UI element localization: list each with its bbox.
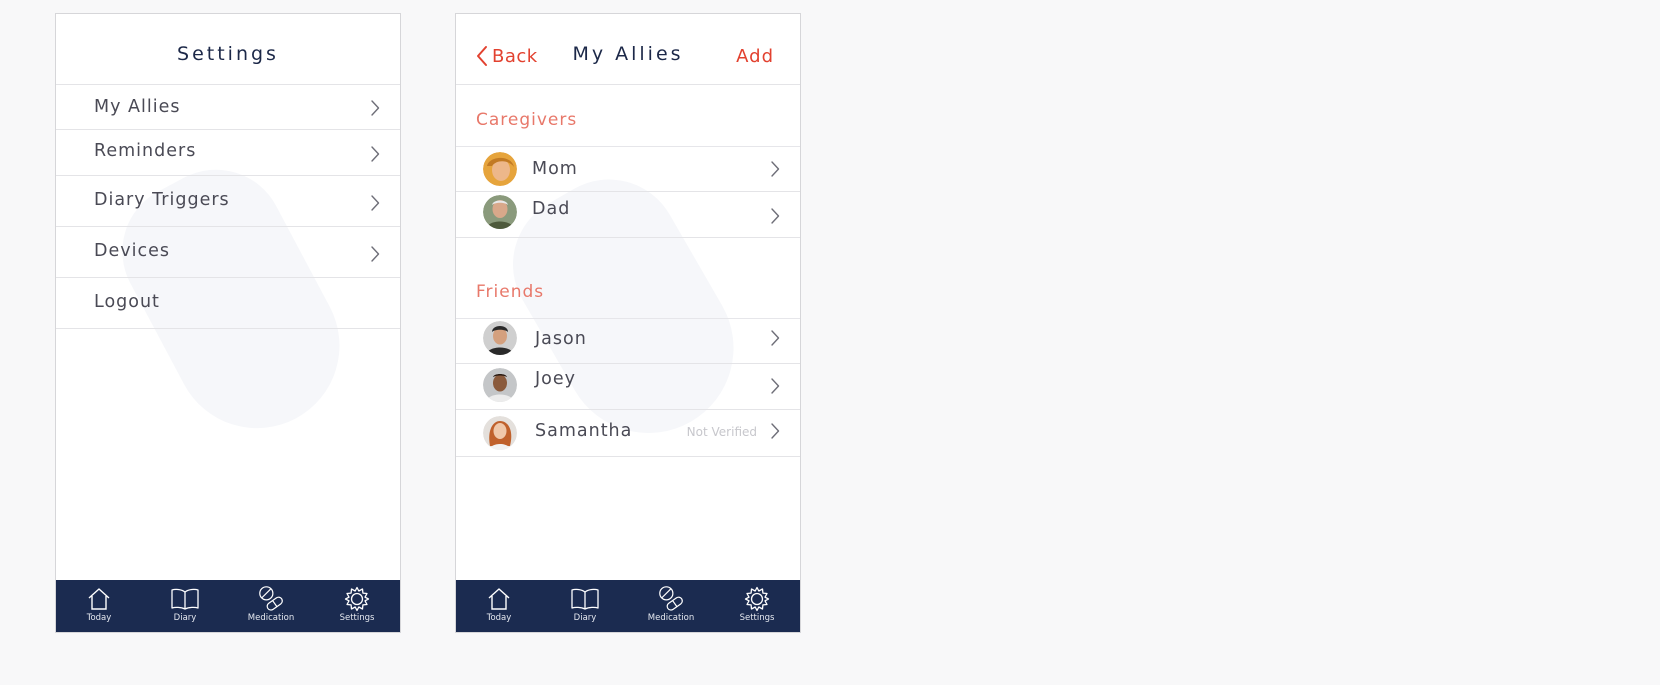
tab-medication[interactable]: Medication — [628, 580, 714, 632]
chevron-right-icon — [770, 378, 780, 394]
tab-diary[interactable]: Diary — [142, 580, 228, 632]
settings-header: Settings — [56, 14, 400, 85]
tab-label: Settings — [339, 613, 375, 623]
avatar — [483, 416, 517, 450]
chevron-right-icon — [770, 161, 780, 177]
settings-item-logout[interactable]: Logout — [56, 278, 400, 329]
tab-label: Diary — [573, 613, 597, 623]
chevron-right-icon — [370, 100, 380, 116]
tab-settings[interactable]: Settings — [314, 580, 400, 632]
tab-medication[interactable]: Medication — [228, 580, 314, 632]
ally-row-joey[interactable]: Joey — [456, 364, 800, 410]
tab-today[interactable]: Today — [56, 580, 142, 632]
settings-item-label: Devices — [94, 241, 170, 261]
tab-label: Today — [86, 613, 112, 623]
tab-label: Today — [486, 613, 512, 623]
friends-header: Friends — [476, 282, 545, 302]
caregivers-header: Caregivers — [476, 110, 578, 130]
avatar — [483, 321, 517, 355]
chevron-right-icon — [770, 208, 780, 224]
tab-label: Diary — [173, 613, 197, 623]
chevron-right-icon — [370, 146, 380, 162]
my-allies-screen: Back My Allies Add Caregivers Mom Dad Fr… — [455, 13, 801, 633]
tab-label: Settings — [739, 613, 775, 623]
settings-item-label: Logout — [94, 292, 160, 312]
ally-name: Samantha — [535, 421, 633, 441]
pill-icon — [657, 584, 685, 612]
chevron-right-icon — [770, 330, 780, 346]
ally-row-mom[interactable]: Mom — [456, 147, 800, 192]
settings-item-label: Reminders — [94, 141, 197, 161]
status-badge: Not Verified — [686, 425, 757, 439]
tab-label: Medication — [247, 613, 295, 623]
page-title: Settings — [177, 43, 279, 65]
avatar — [483, 195, 517, 229]
ally-row-samantha[interactable]: Samantha Not Verified — [456, 410, 800, 457]
tab-diary[interactable]: Diary — [542, 580, 628, 632]
ally-name: Mom — [532, 159, 578, 179]
tab-settings[interactable]: Settings — [714, 580, 800, 632]
settings-screen: Settings My Allies Reminders Diary Trigg… — [55, 13, 401, 633]
chevron-right-icon — [770, 423, 780, 439]
chevron-right-icon — [370, 246, 380, 262]
book-icon — [170, 586, 200, 612]
avatar — [483, 152, 517, 186]
add-button[interactable]: Add — [736, 46, 774, 67]
gear-icon — [744, 586, 770, 612]
tab-today[interactable]: Today — [456, 580, 542, 632]
ally-name: Jason — [535, 329, 587, 349]
settings-item-label: My Allies — [94, 97, 181, 117]
settings-item-devices[interactable]: Devices — [56, 227, 400, 278]
settings-item-my-allies[interactable]: My Allies — [56, 84, 400, 130]
settings-item-diary-triggers[interactable]: Diary Triggers — [56, 176, 400, 227]
ally-name: Joey — [535, 369, 576, 389]
home-icon — [486, 586, 512, 612]
settings-item-reminders[interactable]: Reminders — [56, 130, 400, 176]
gear-icon — [344, 586, 370, 612]
allies-header: Back My Allies Add — [456, 14, 800, 85]
book-icon — [570, 586, 600, 612]
pill-icon — [257, 584, 285, 612]
chevron-right-icon — [370, 195, 380, 211]
avatar — [483, 368, 517, 402]
settings-item-label: Diary Triggers — [94, 190, 230, 210]
tab-label: Medication — [647, 613, 695, 623]
ally-name: Dad — [532, 199, 571, 219]
ally-row-dad[interactable]: Dad — [456, 192, 800, 238]
tab-bar: Today Diary Medication Settings — [56, 580, 400, 632]
tab-bar: Today Diary Medication Settings — [456, 580, 800, 632]
home-icon — [86, 586, 112, 612]
ally-row-jason[interactable]: Jason — [456, 319, 800, 364]
